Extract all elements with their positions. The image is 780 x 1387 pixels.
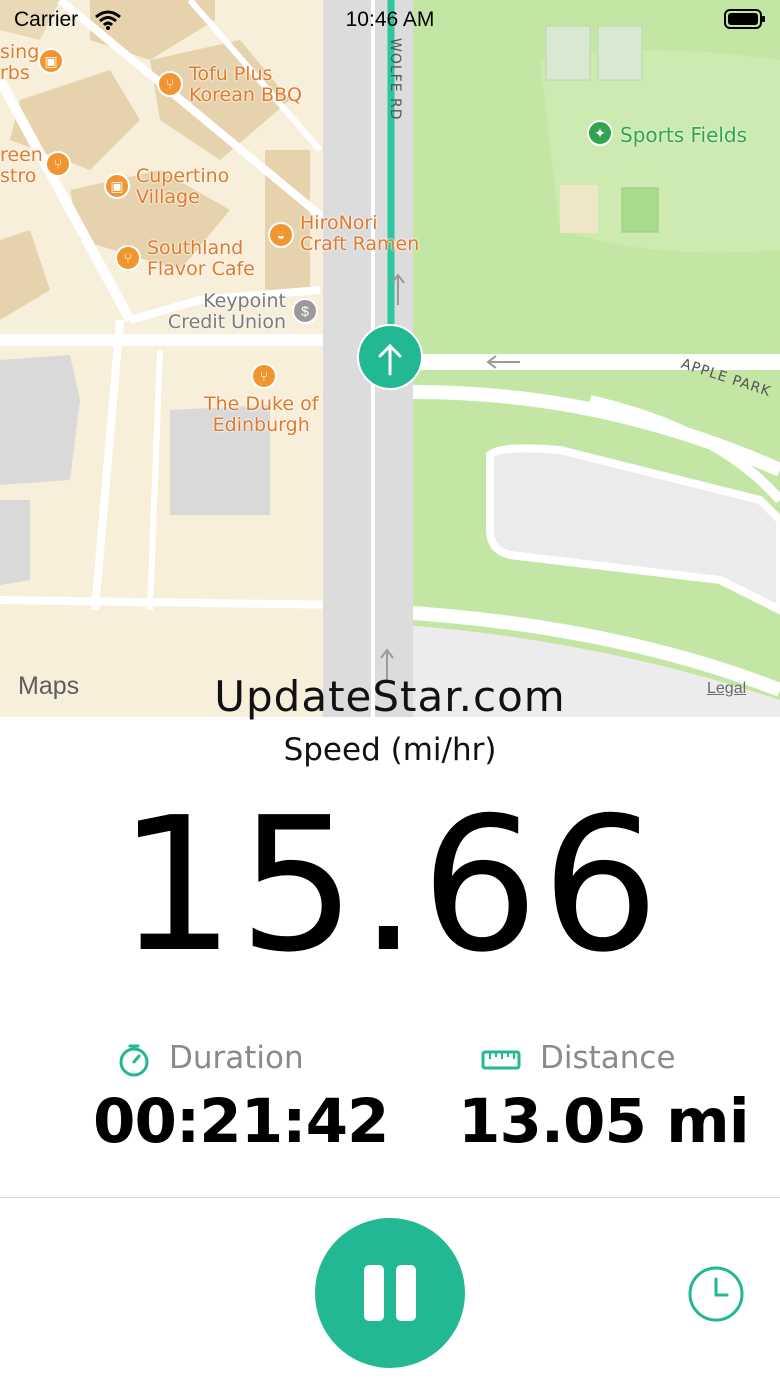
- bank-icon[interactable]: $: [292, 298, 318, 324]
- speed-label: Speed (mi/hr): [283, 732, 497, 768]
- poi-label-keypoint[interactable]: Keypoint Credit Union: [160, 291, 286, 333]
- pause-button[interactable]: [315, 1218, 465, 1368]
- restaurant-icon[interactable]: ⑂: [251, 363, 277, 389]
- ruler-icon: [481, 1050, 521, 1070]
- restaurant-icon[interactable]: ⑂: [115, 245, 141, 271]
- duration-label: Duration: [169, 1040, 304, 1076]
- restaurant-icon[interactable]: ⑂: [45, 151, 71, 177]
- map-view[interactable]: ▣ sing rbs ⑂ Tofu Plus Korean BBQ ⑂ reen st…: [0, 0, 780, 717]
- divider: [0, 1197, 780, 1198]
- pause-icon-bar: [396, 1265, 416, 1321]
- shopping-bag-icon[interactable]: ▣: [38, 48, 64, 74]
- poi-label-cupertino-village[interactable]: Cupertino Village: [136, 166, 229, 208]
- poi-label-green-bistro[interactable]: reen stro: [0, 145, 43, 187]
- duration-value: 00:21:42: [93, 1086, 389, 1157]
- watermark: UpdateStar.com: [214, 672, 566, 721]
- road-label-wolfe: WOLFE RD: [387, 38, 403, 121]
- distance-value: 13.05 mi: [458, 1086, 750, 1157]
- runner-icon[interactable]: ✦: [587, 120, 613, 146]
- battery-icon: [724, 9, 765, 29]
- pause-icon: [364, 1265, 384, 1321]
- status-time: 10:46 AM: [345, 8, 435, 31]
- speed-value: 15.66: [117, 777, 663, 993]
- clock-icon: [688, 1266, 744, 1322]
- status-bar: Carrier 10:46 AM: [0, 0, 780, 40]
- poi-label-southland[interactable]: Southland Flavor Cafe: [147, 238, 255, 280]
- poi-label-tofu-plus[interactable]: Tofu Plus Korean BBQ: [189, 64, 302, 106]
- restaurant-icon[interactable]: ⑂: [157, 71, 183, 97]
- history-button[interactable]: [687, 1265, 745, 1323]
- shopping-bag-icon[interactable]: ▣: [104, 173, 130, 199]
- park-label[interactable]: Sports Fields: [620, 123, 747, 147]
- poi-label-hironori[interactable]: HiroNori Craft Ramen: [300, 213, 419, 255]
- ramen-icon[interactable]: ◒: [268, 222, 294, 248]
- poi-label[interactable]: sing rbs: [0, 42, 39, 84]
- timer-icon: [119, 1044, 149, 1077]
- distance-label: Distance: [540, 1040, 676, 1076]
- poi-label-duke-of-edinburgh[interactable]: The Duke of Edinburgh: [204, 394, 318, 436]
